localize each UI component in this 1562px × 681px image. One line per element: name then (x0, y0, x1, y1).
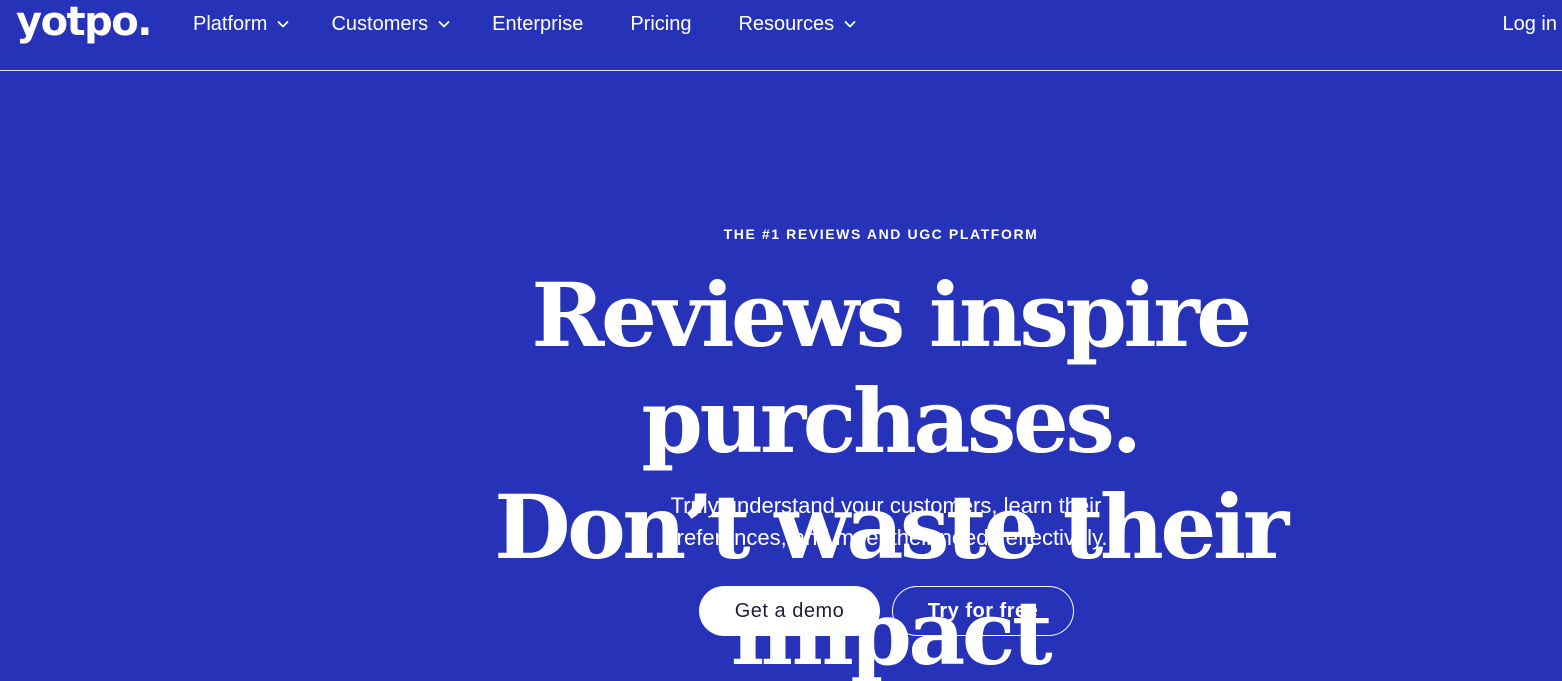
hero-subtitle-line-1: Truly understand your customers, learn t… (670, 493, 1102, 518)
nav-item-label: Platform (193, 12, 268, 35)
site-header: yotpo. Platform Customers Enterprise Pri… (0, 0, 1562, 71)
nav-item-label: Pricing (630, 12, 692, 35)
nav-item-platform[interactable]: Platform (193, 13, 290, 36)
nav-item-label: Enterprise (492, 12, 584, 35)
chevron-down-icon (276, 17, 290, 31)
main-nav: Platform Customers Enterprise Pricing Re… (193, 0, 857, 48)
nav-item-enterprise[interactable]: Enterprise (492, 13, 583, 36)
try-free-button[interactable]: Try for free (892, 586, 1074, 636)
hero-subtitle-line-2: preferences, and meet their needs effect… (664, 525, 1108, 550)
nav-item-customers[interactable]: Customers (331, 13, 451, 36)
hero-eyebrow: THE #1 REVIEWS AND UGC PLATFORM (723, 226, 1039, 242)
hero-cta-group: Get a demo Try for free (699, 586, 1074, 636)
chevron-down-icon (843, 17, 857, 31)
login-link[interactable]: Log in (1503, 0, 1558, 48)
hero-headline-line-1: Reviews inspire purchases. (531, 263, 1252, 473)
nav-item-label: Resources (738, 12, 835, 35)
nav-item-resources[interactable]: Resources (738, 13, 857, 36)
hero-subtitle: Truly understand your customers, learn t… (560, 490, 1212, 554)
nav-item-pricing[interactable]: Pricing (630, 13, 691, 36)
nav-item-label: Customers (331, 12, 429, 35)
yotpo-logo[interactable]: yotpo. (16, 0, 152, 46)
get-demo-button[interactable]: Get a demo (699, 586, 880, 636)
chevron-down-icon (437, 17, 451, 31)
